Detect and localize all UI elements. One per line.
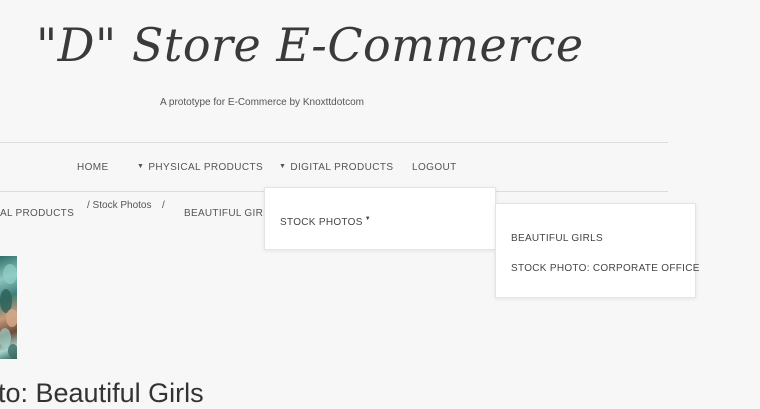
breadcrumb-separator: / xyxy=(162,200,165,211)
product-image[interactable] xyxy=(0,256,17,359)
digital-products-dropdown: STOCK PHOTOS ▼ xyxy=(264,187,496,250)
dropdown-item-stock-photos-label: STOCK PHOTOS xyxy=(280,217,363,228)
site-title[interactable]: "D" Store E-Commerce xyxy=(36,18,584,72)
dropdown-item-stock-photos[interactable]: STOCK PHOTOS ▼ xyxy=(280,216,371,228)
submenu-item-corporate-office[interactable]: STOCK PHOTO: CORPORATE OFFICE xyxy=(511,263,700,274)
nav-physical-products[interactable]: ▼ PHYSICAL PRODUCTS xyxy=(137,162,263,173)
nav-home[interactable]: HOME xyxy=(77,162,109,173)
nav-logout[interactable]: LOGOUT xyxy=(412,162,457,173)
nav-logout-label: LOGOUT xyxy=(412,162,457,173)
caret-down-icon: ▼ xyxy=(137,163,145,170)
nav-digital-products-label: DIGITAL PRODUCTS xyxy=(290,162,394,173)
site-tagline: A prototype for E-Commerce by Knoxttdotc… xyxy=(160,97,364,108)
product-image-art xyxy=(0,264,17,358)
breadcrumb-current: BEAUTIFUL GIRLS xyxy=(184,208,276,219)
nav-physical-products-label: PHYSICAL PRODUCTS xyxy=(148,162,264,173)
breadcrumb-physical-products[interactable]: AL PRODUCTS xyxy=(0,208,74,219)
caret-down-icon: ▼ xyxy=(279,163,287,170)
caret-down-icon: ▼ xyxy=(364,216,371,222)
nav-digital-products[interactable]: ▼ DIGITAL PRODUCTS xyxy=(279,162,393,173)
product-title: to: Beautiful Girls xyxy=(0,378,204,408)
breadcrumb-stock-photos[interactable]: / Stock Photos xyxy=(87,200,151,211)
nav-home-label: HOME xyxy=(77,162,109,173)
submenu-item-beautiful-girls[interactable]: BEAUTIFUL GIRLS xyxy=(511,233,603,244)
nav-divider-top xyxy=(0,142,668,143)
stock-photos-submenu: BEAUTIFUL GIRLS STOCK PHOTO: CORPORATE O… xyxy=(495,203,699,298)
